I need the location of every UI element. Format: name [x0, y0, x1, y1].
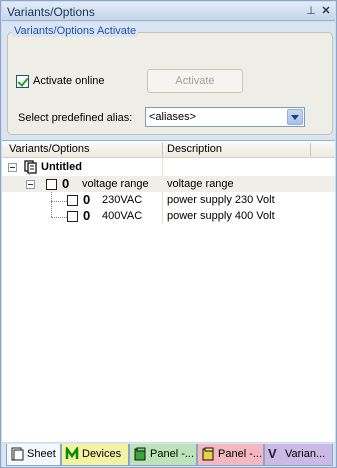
- variants-tree: Variants/Options Description Untitled 0 …: [2, 140, 335, 442]
- panel-icon: [202, 447, 214, 461]
- tree-row-label: 400VAC: [102, 210, 143, 222]
- activate-button[interactable]: Activate: [147, 69, 243, 93]
- tab-label: Varian...: [285, 448, 326, 460]
- tab-sheet[interactable]: Sheet: [6, 444, 61, 466]
- tab-panel-1[interactable]: Panel -...: [129, 444, 197, 466]
- tree-row-label: Untitled: [41, 161, 82, 173]
- option-checkbox[interactable]: [67, 211, 78, 222]
- bottom-tab-strip: Sheet Devices Panel -... Panel -... V Va…: [2, 443, 335, 467]
- activate-online-label[interactable]: Activate online: [33, 75, 105, 87]
- tree-row-400vac[interactable]: 0 400VAC power supply 400 Volt: [2, 208, 335, 224]
- tab-variants[interactable]: V Varian...: [264, 444, 333, 466]
- option-checkbox[interactable]: [46, 179, 57, 190]
- column-divider[interactable]: [310, 143, 311, 156]
- close-icon[interactable]: ✕: [320, 5, 332, 17]
- tree-row-voltage-range[interactable]: 0 voltage range voltage range: [2, 176, 335, 192]
- panel-title: Variants/Options: [7, 5, 95, 19]
- alias-label: Select predefined alias:: [18, 112, 133, 124]
- collapse-icon[interactable]: [26, 180, 35, 189]
- tab-label: Panel -...: [150, 448, 195, 460]
- column-header-variants[interactable]: Variants/Options: [9, 143, 90, 155]
- alias-value: <aliases>: [149, 111, 197, 123]
- tab-label: Devices: [82, 448, 122, 460]
- option-value-zero: 0: [83, 208, 91, 223]
- pin-icon[interactable]: ⊥: [305, 5, 317, 17]
- activate-online-checkbox[interactable]: [16, 75, 29, 88]
- collapse-icon[interactable]: [8, 163, 17, 172]
- tree-row-untitled[interactable]: Untitled: [2, 159, 335, 175]
- tab-panel-2[interactable]: Panel -...: [197, 444, 264, 466]
- sheet-icon: [11, 447, 24, 461]
- tree-header: Variants/Options Description: [2, 141, 335, 158]
- option-value-zero: 0: [83, 192, 91, 207]
- devices-icon: [65, 447, 79, 459]
- tree-row-description: power supply 400 Volt: [167, 210, 275, 222]
- tree-row-label: voltage range: [82, 178, 149, 190]
- tab-label: Sheet: [27, 448, 56, 460]
- option-checkbox[interactable]: [67, 195, 78, 206]
- tab-devices[interactable]: Devices: [61, 444, 129, 466]
- variants-icon: V: [268, 446, 277, 461]
- activate-area: Variants/Options Activate Activate onlin…: [2, 22, 335, 140]
- tree-row-label: 230VAC: [102, 194, 143, 206]
- tab-label: Panel -...: [218, 448, 263, 460]
- chevron-down-icon[interactable]: [287, 109, 303, 125]
- tree-row-230vac[interactable]: 0 230VAC power supply 230 Volt: [2, 192, 335, 208]
- option-value-zero: 0: [62, 176, 70, 191]
- variants-options-panel: Variants/Options ⊥ ✕ Variants/Options Ac…: [0, 0, 337, 468]
- column-divider[interactable]: [162, 143, 163, 156]
- group-title: Variants/Options Activate: [12, 25, 139, 37]
- tree-row-description: voltage range: [167, 178, 234, 190]
- tree-row-description: power supply 230 Volt: [167, 194, 275, 206]
- column-header-description[interactable]: Description: [167, 143, 222, 155]
- alias-dropdown[interactable]: <aliases>: [145, 107, 305, 127]
- document-icon: [24, 160, 37, 174]
- panel-icon: [134, 447, 146, 461]
- panel-title-bar[interactable]: Variants/Options ⊥ ✕: [2, 2, 335, 21]
